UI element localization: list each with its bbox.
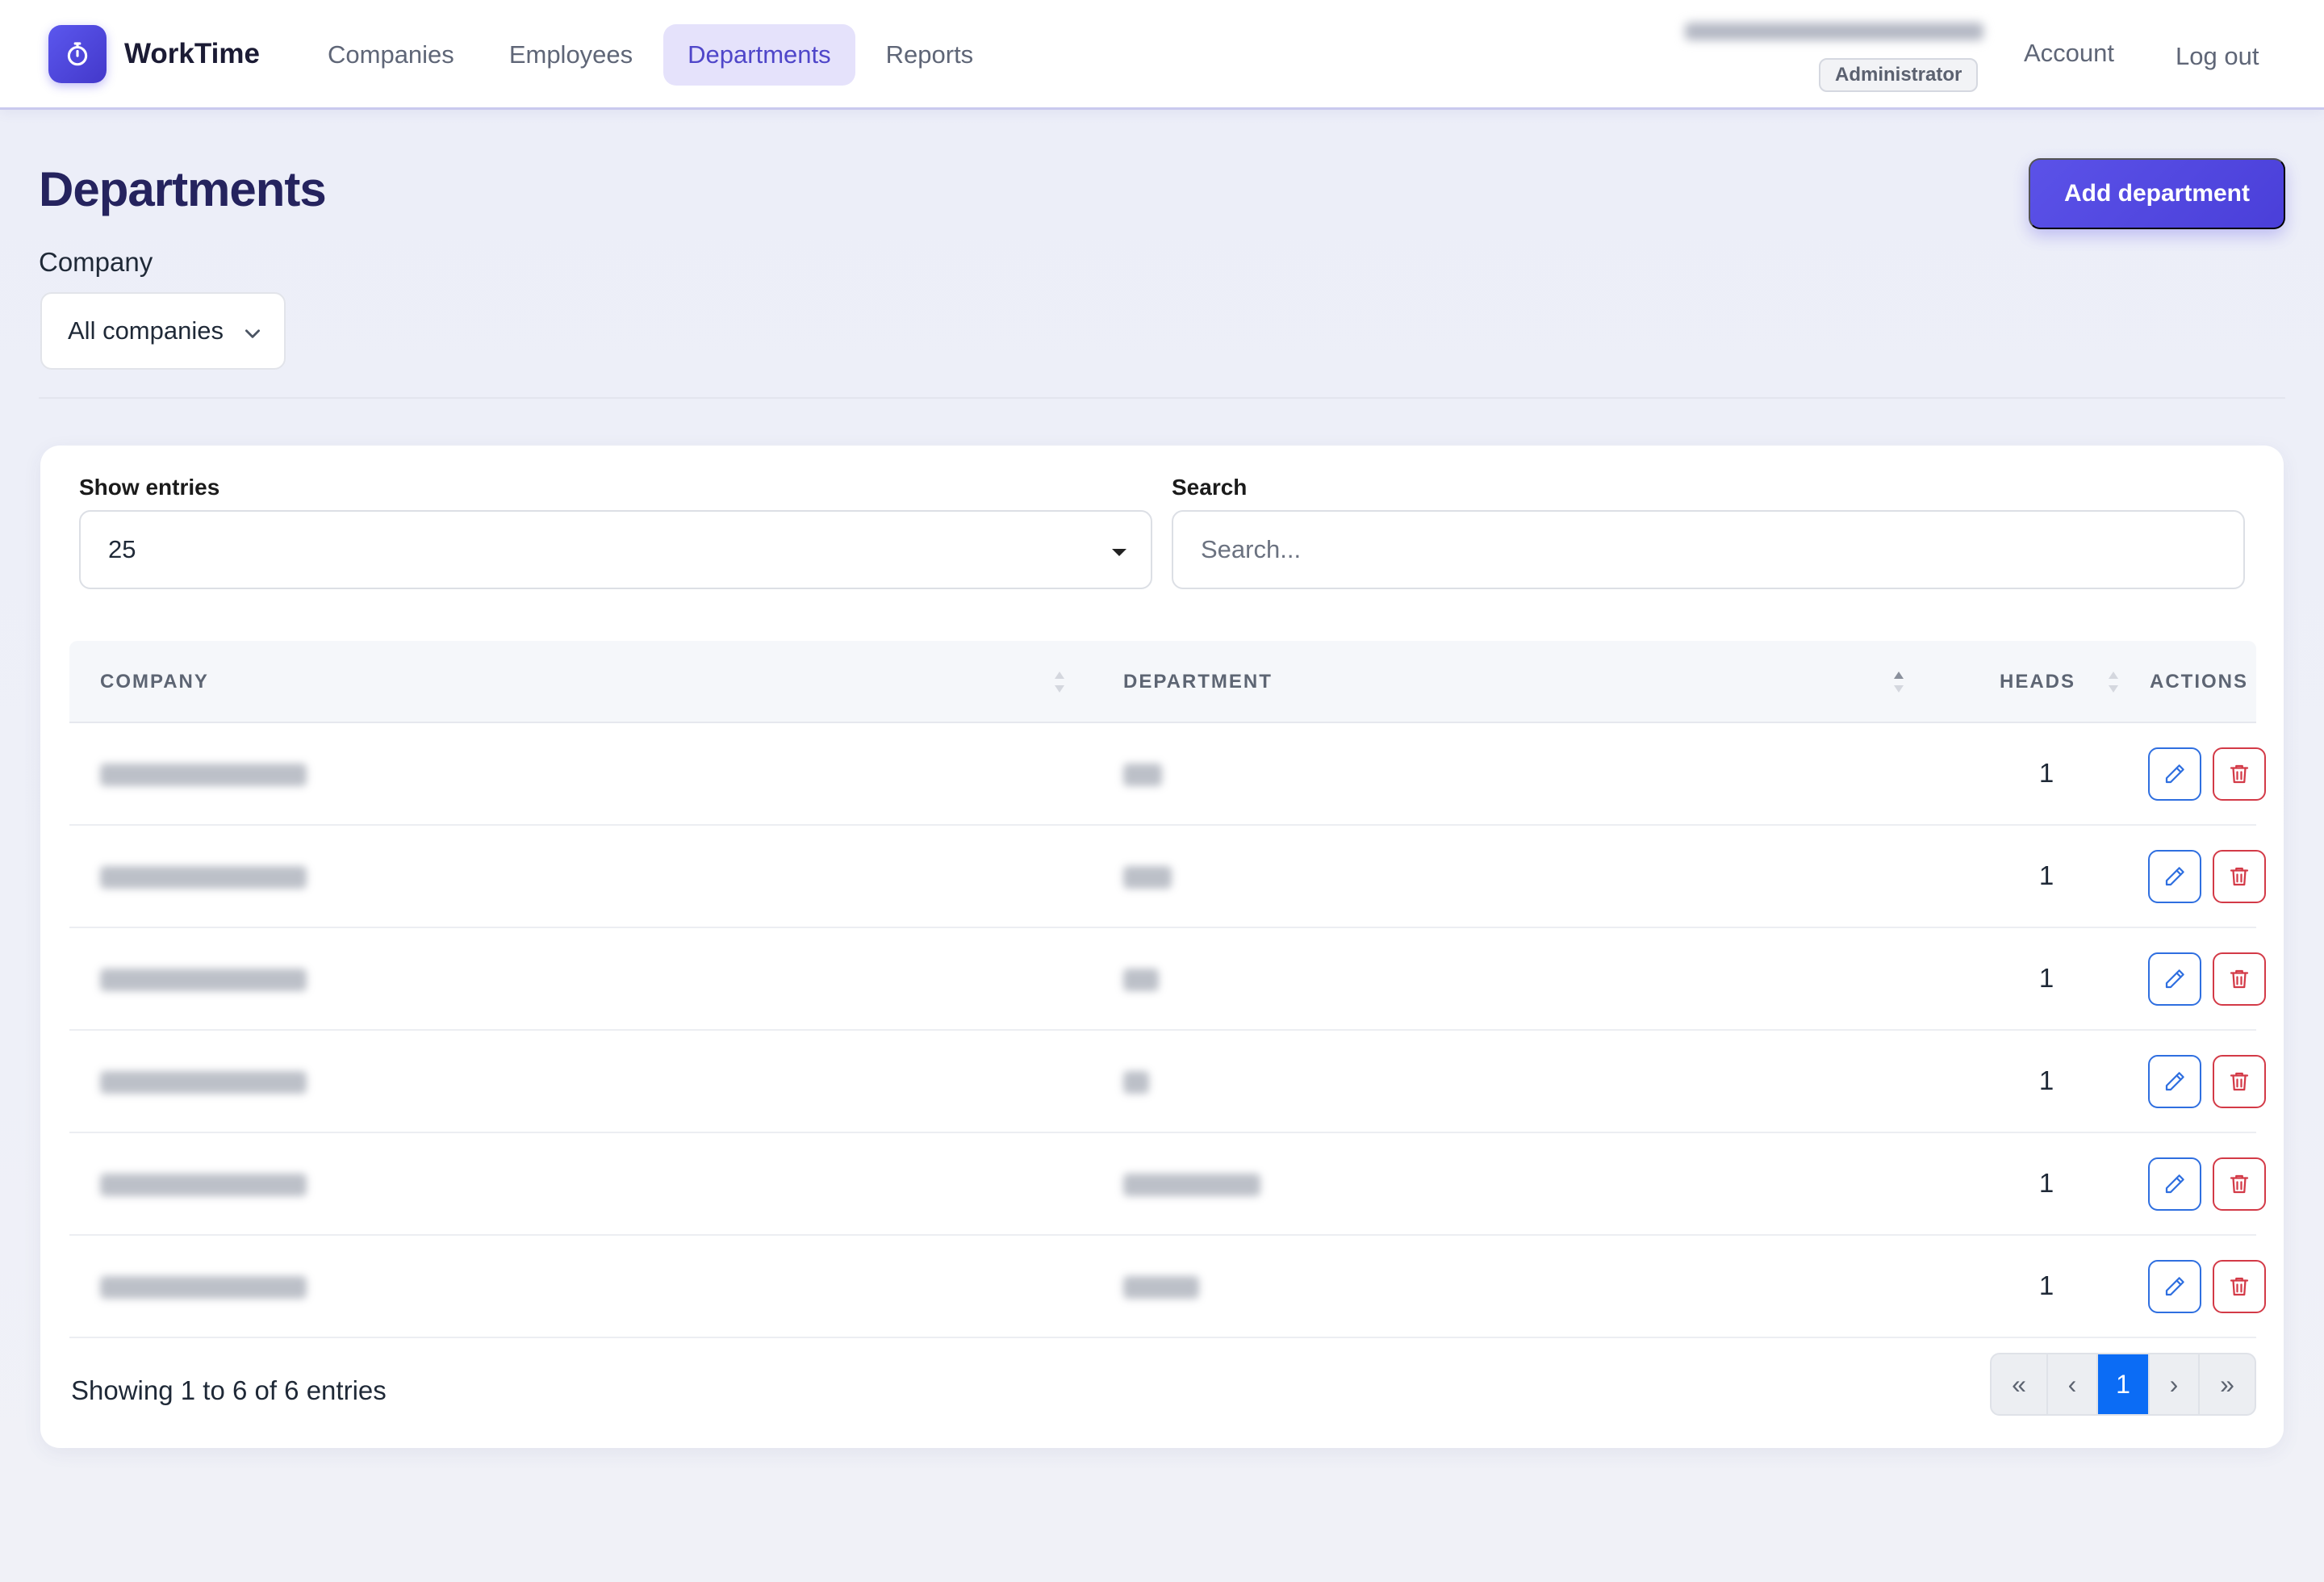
table-info: Showing 1 to 6 of 6 entries bbox=[71, 1375, 387, 1405]
show-entries-value: 25 bbox=[108, 535, 136, 563]
trash-icon bbox=[2227, 967, 2251, 991]
show-entries-select[interactable]: 25 bbox=[79, 510, 1152, 589]
nav-reports[interactable]: Reports bbox=[862, 24, 998, 86]
edit-button[interactable] bbox=[2148, 747, 2201, 801]
department-cell-redacted bbox=[1123, 764, 1162, 786]
caret-down-icon bbox=[1112, 549, 1126, 556]
search-input[interactable] bbox=[1172, 510, 2245, 589]
heads-cell: 1 bbox=[2038, 860, 2054, 890]
edit-button[interactable] bbox=[2148, 1055, 2201, 1108]
show-entries-label: Show entries bbox=[79, 475, 220, 500]
department-cell-redacted bbox=[1123, 1276, 1199, 1299]
table-row: 1 bbox=[69, 1031, 2266, 1133]
trash-icon bbox=[2227, 762, 2251, 786]
pencil-icon bbox=[2163, 1172, 2187, 1196]
company-filter-value: All companies bbox=[68, 316, 224, 345]
column-header-actions: ACTIONS bbox=[2150, 671, 2248, 693]
table-row: 1 bbox=[69, 1236, 2266, 1338]
table-row: 1 bbox=[69, 723, 2266, 826]
delete-button[interactable] bbox=[2213, 850, 2266, 903]
trash-icon bbox=[2227, 1172, 2251, 1196]
department-cell-redacted bbox=[1123, 969, 1159, 991]
pencil-icon bbox=[2163, 1274, 2187, 1299]
app-name: WorkTime bbox=[124, 38, 260, 69]
add-department-button[interactable]: Add department bbox=[2029, 158, 2285, 229]
company-cell-redacted bbox=[100, 866, 307, 889]
chevron-down-icon bbox=[242, 321, 263, 350]
pencil-icon bbox=[2163, 762, 2187, 786]
page-1-button[interactable]: 1 bbox=[2098, 1354, 2150, 1414]
first-page-button[interactable]: « bbox=[1992, 1354, 2048, 1414]
delete-button[interactable] bbox=[2213, 952, 2266, 1006]
pencil-icon bbox=[2163, 1069, 2187, 1094]
nav-departments[interactable]: Departments bbox=[663, 24, 855, 86]
departments-card: Show entries 25 Search COMPANY DEPARTMEN… bbox=[40, 446, 2284, 1448]
column-header-company[interactable]: COMPANY bbox=[100, 641, 209, 723]
edit-button[interactable] bbox=[2148, 1157, 2201, 1211]
nav-companies[interactable]: Companies bbox=[303, 24, 479, 86]
pagination: « ‹ 1 › » bbox=[1990, 1353, 2256, 1416]
column-header-department[interactable]: DEPARTMENT bbox=[1123, 641, 1273, 723]
page-title: Departments bbox=[39, 162, 327, 216]
trash-icon bbox=[2227, 864, 2251, 889]
last-page-button[interactable]: » bbox=[2200, 1354, 2255, 1414]
departments-table: COMPANY DEPARTMENT HEADS ACTIONS 1 1 1 1 1 1 bbox=[69, 641, 2266, 1338]
delete-button[interactable] bbox=[2213, 1055, 2266, 1108]
main-nav: Companies Employees Departments Reports bbox=[303, 24, 1004, 86]
edit-button[interactable] bbox=[2148, 952, 2201, 1006]
department-cell-redacted bbox=[1123, 1174, 1260, 1196]
heads-cell: 1 bbox=[2038, 1168, 2054, 1198]
delete-button[interactable] bbox=[2213, 747, 2266, 801]
next-page-button[interactable]: › bbox=[2150, 1354, 2200, 1414]
logout-link[interactable]: Log out bbox=[2176, 42, 2259, 71]
pencil-icon bbox=[2163, 864, 2187, 889]
table-row: 1 bbox=[69, 826, 2266, 928]
heads-cell: 1 bbox=[2038, 1065, 2054, 1095]
trash-icon bbox=[2227, 1069, 2251, 1094]
column-header-heads[interactable]: HEADS bbox=[2000, 641, 2075, 723]
edit-button[interactable] bbox=[2148, 1260, 2201, 1313]
company-filter-select[interactable]: All companies bbox=[40, 292, 286, 370]
previous-page-button[interactable]: ‹ bbox=[2048, 1354, 2098, 1414]
top-navbar: WorkTime Companies Employees Departments… bbox=[0, 0, 2324, 110]
stopwatch-icon bbox=[48, 25, 107, 83]
company-cell-redacted bbox=[100, 1071, 307, 1094]
pencil-icon bbox=[2163, 967, 2187, 991]
edit-button[interactable] bbox=[2148, 850, 2201, 903]
heads-cell: 1 bbox=[2038, 1270, 2054, 1300]
department-cell-redacted bbox=[1123, 1071, 1149, 1094]
company-filter-label: Company bbox=[39, 247, 153, 277]
company-cell-redacted bbox=[100, 764, 307, 786]
role-badge: Administrator bbox=[1819, 58, 1979, 92]
account-link[interactable]: Account bbox=[2024, 39, 2114, 68]
table-row: 1 bbox=[69, 1133, 2266, 1236]
company-cell-redacted bbox=[100, 969, 307, 991]
heads-cell: 1 bbox=[2038, 758, 2054, 788]
table-body: 1 1 1 1 1 1 bbox=[69, 723, 2266, 1338]
brand[interactable]: WorkTime bbox=[48, 25, 260, 83]
sort-icon[interactable] bbox=[2108, 670, 2119, 698]
trash-icon bbox=[2227, 1274, 2251, 1299]
department-cell-redacted bbox=[1123, 866, 1172, 889]
company-cell-redacted bbox=[100, 1276, 307, 1299]
heads-cell: 1 bbox=[2038, 963, 2054, 993]
table-header: COMPANY DEPARTMENT HEADS ACTIONS bbox=[69, 641, 2256, 723]
sort-icon[interactable] bbox=[1054, 670, 1065, 698]
delete-button[interactable] bbox=[2213, 1157, 2266, 1211]
table-row: 1 bbox=[69, 928, 2266, 1031]
company-cell-redacted bbox=[100, 1174, 307, 1196]
delete-button[interactable] bbox=[2213, 1260, 2266, 1313]
search-label: Search bbox=[1172, 475, 1248, 500]
sort-asc-icon[interactable] bbox=[1893, 670, 1904, 698]
nav-employees[interactable]: Employees bbox=[485, 24, 657, 86]
section-divider bbox=[39, 397, 2285, 399]
user-email-redacted bbox=[1685, 19, 1983, 44]
